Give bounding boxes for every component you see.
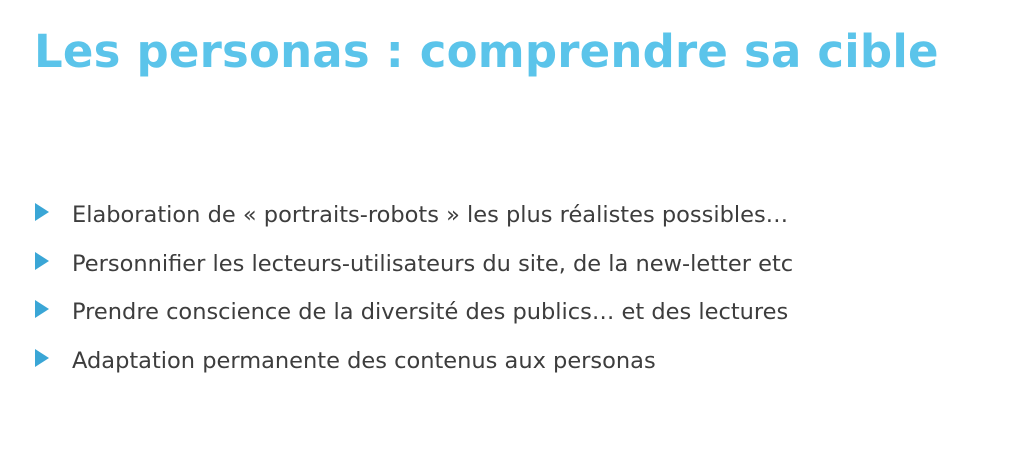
bullet-item: Personnifier les lecteurs-utilisateurs d…: [34, 245, 793, 294]
bullet-text: Personnifier les lecteurs-utilisateurs d…: [72, 250, 794, 277]
slide: Les personas : comprendre sa cible Elabo…: [0, 0, 1009, 468]
triangle-right-icon: [34, 293, 72, 333]
bullet-item: Adaptation permanente des contenus aux p…: [34, 342, 793, 391]
triangle-right-icon: [34, 245, 72, 285]
bullet-list: Elaboration de « portraits-robots » les …: [34, 196, 793, 391]
bullet-text: Adaptation permanente des contenus aux p…: [72, 348, 656, 375]
bullet-text: Prendre conscience de la diversité des p…: [72, 299, 789, 326]
triangle-right-icon: [34, 342, 72, 382]
triangle-right-icon: [34, 196, 72, 236]
bullet-item: Prendre conscience de la diversité des p…: [34, 293, 793, 342]
bullet-text: Elaboration de « portraits-robots » les …: [72, 202, 789, 228]
slide-title: Les personas : comprendre sa cible: [34, 25, 939, 78]
bullet-item: Elaboration de « portraits-robots » les …: [34, 196, 793, 245]
